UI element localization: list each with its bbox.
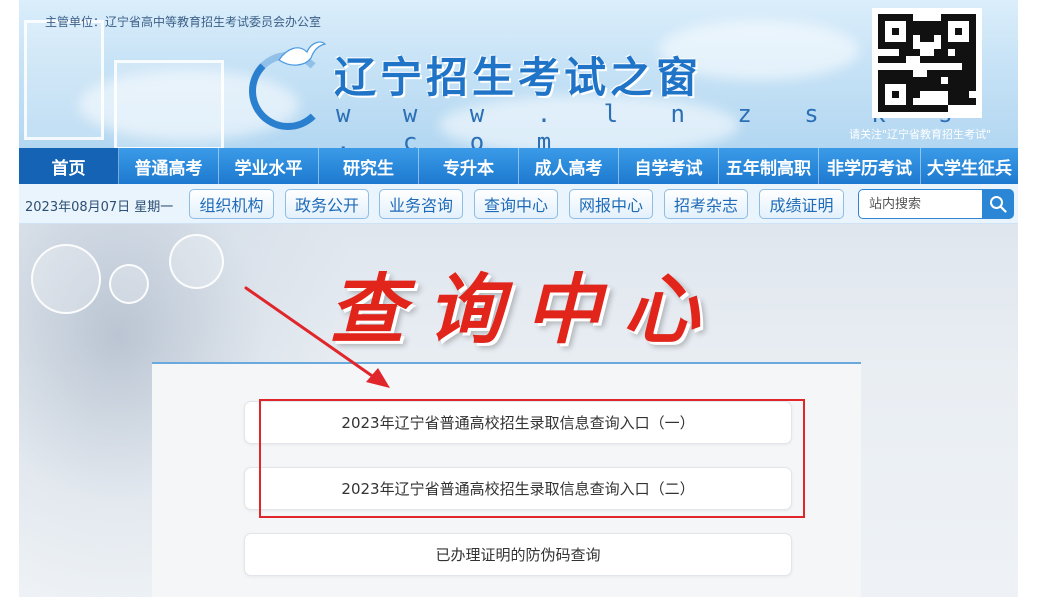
nav-item-chengren[interactable]: 成人高考 — [519, 148, 619, 184]
subnav-org-button[interactable]: 组织机构 — [189, 189, 274, 219]
nav-item-xueye[interactable]: 学业水平 — [219, 148, 319, 184]
search-input[interactable] — [858, 189, 982, 219]
nav-item-feixueli[interactable]: 非学历考试 — [819, 148, 921, 184]
nav-item-home[interactable]: 首页 — [19, 148, 119, 184]
hero-bubble-decoration — [169, 234, 224, 289]
header-banner: 主管单位：辽宁省高中等教育招生考试委员会办公室 辽宁招生考试之窗 w w w .… — [19, 0, 1018, 148]
banner-window-decoration — [114, 60, 224, 148]
nav-item-zixue[interactable]: 自学考试 — [619, 148, 719, 184]
sponsor-text: 主管单位：辽宁省高中等教育招生考试委员会办公室 — [45, 15, 322, 29]
highlight-annotation-box — [259, 399, 805, 518]
nav-item-zhuanshengben[interactable]: 专升本 — [419, 148, 519, 184]
nav-item-wunianzhi[interactable]: 五年制高职 — [719, 148, 819, 184]
subnav-gov-affairs-button[interactable]: 政务公开 — [285, 189, 369, 219]
qr-code — [872, 8, 982, 118]
nav-item-yanjiusheng[interactable]: 研究生 — [319, 148, 419, 184]
search-button[interactable] — [982, 189, 1014, 219]
date-text: 2023年08月07日 星期一 — [25, 200, 174, 215]
subnav-query-center-button[interactable]: 查询中心 — [474, 189, 558, 219]
subnav-magazine-button[interactable]: 招考杂志 — [664, 189, 748, 219]
anti-counterfeit-query-button[interactable]: 已办理证明的防伪码查询 — [244, 533, 792, 576]
search-icon — [990, 196, 1007, 213]
qr-code-pattern — [878, 14, 976, 112]
site-title[interactable]: 辽宁招生考试之窗 — [334, 44, 702, 105]
sub-nav: 2023年08月07日 星期一 组织机构 政务公开 业务咨询 查询中心 网报中心… — [19, 184, 1018, 224]
main-nav: 首页 普通高考 学业水平 研究生 专升本 成人高考 自学考试 五年制高职 非学历… — [19, 148, 1018, 184]
arrow-annotation-icon — [244, 286, 390, 388]
nav-item-zhengbing[interactable]: 大学生征兵 — [921, 148, 1018, 184]
hero-bubble-decoration — [109, 264, 149, 304]
subnav-online-register-button[interactable]: 网报中心 — [569, 189, 653, 219]
hero-bubble-decoration — [31, 244, 101, 314]
subnav-consult-button[interactable]: 业务咨询 — [379, 189, 463, 219]
banner-window-decoration — [24, 20, 104, 140]
subnav-score-cert-button[interactable]: 成绩证明 — [759, 189, 844, 219]
qr-note: 请关注"辽宁省教育招生考试" — [849, 128, 992, 141]
dove-logo-icon — [278, 41, 327, 66]
nav-item-gaokao[interactable]: 普通高考 — [119, 148, 219, 184]
